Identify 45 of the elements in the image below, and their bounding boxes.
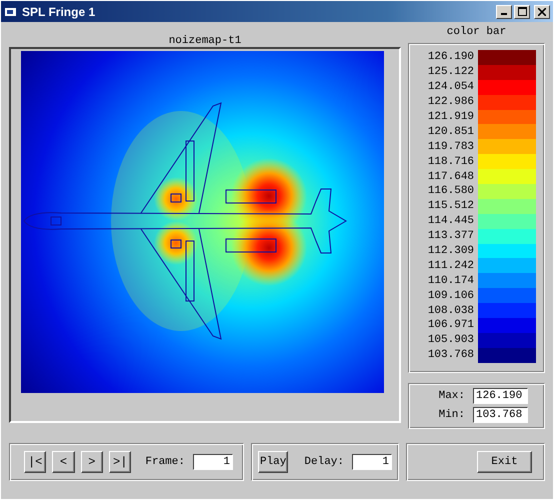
- color-bar-title: color bar: [446, 26, 506, 38]
- level-label: 125.122: [426, 66, 476, 78]
- delay-field[interactable]: 1: [352, 454, 392, 470]
- level-label: 112.309: [426, 245, 476, 258]
- max-label: Max:: [438, 390, 465, 402]
- window-title: SPL Fringe 1: [22, 4, 96, 18]
- level-label: 114.445: [426, 215, 476, 228]
- exit-button[interactable]: Exit: [477, 451, 532, 473]
- level-label: 115.512: [426, 200, 476, 212]
- level-label: 116.580: [426, 185, 476, 198]
- level-label: 117.648: [426, 170, 476, 183]
- level-label: 109.106: [426, 290, 476, 302]
- frame-label: Frame:: [145, 456, 185, 468]
- level-label: 118.716: [426, 156, 476, 168]
- navigation-button[interactable]: >|: [109, 451, 132, 473]
- min-field[interactable]: 103.768: [473, 407, 528, 423]
- play-button[interactable]: Play: [258, 451, 288, 473]
- level-label: 126.190: [426, 51, 476, 64]
- level-label: 113.377: [426, 230, 476, 242]
- level-label: 111.242: [426, 260, 476, 272]
- max-field[interactable]: 126.190: [473, 388, 528, 404]
- min-label: Min:: [438, 409, 465, 421]
- map-title: noizemap-t1: [168, 35, 242, 47]
- level-label: 120.851: [426, 126, 476, 138]
- navigation-button[interactable]: |<: [24, 451, 46, 473]
- navigation-button[interactable]: <: [52, 451, 75, 473]
- level-label: 103.768: [426, 349, 476, 362]
- level-label: 108.038: [426, 304, 476, 317]
- level-label: 110.174: [426, 274, 476, 287]
- level-label: 122.986: [426, 96, 476, 108]
- app-icon: [4, 6, 18, 18]
- minimize-icon: [501, 13, 507, 15]
- level-label: 105.903: [426, 334, 476, 346]
- level-label: 121.919: [426, 111, 476, 123]
- level-label: 119.783: [426, 140, 476, 153]
- close-button[interactable]: [534, 4, 550, 18]
- maximize-button[interactable]: [514, 4, 530, 18]
- minimize-button[interactable]: [496, 4, 512, 18]
- delay-label: Delay:: [304, 456, 344, 468]
- level-label: 106.971: [426, 319, 476, 332]
- level-label: 124.054: [426, 81, 476, 94]
- maximize-icon: [518, 7, 526, 16]
- navigation-button[interactable]: >: [80, 451, 104, 473]
- frame-field[interactable]: 1: [192, 454, 233, 470]
- close-icon: [538, 8, 546, 16]
